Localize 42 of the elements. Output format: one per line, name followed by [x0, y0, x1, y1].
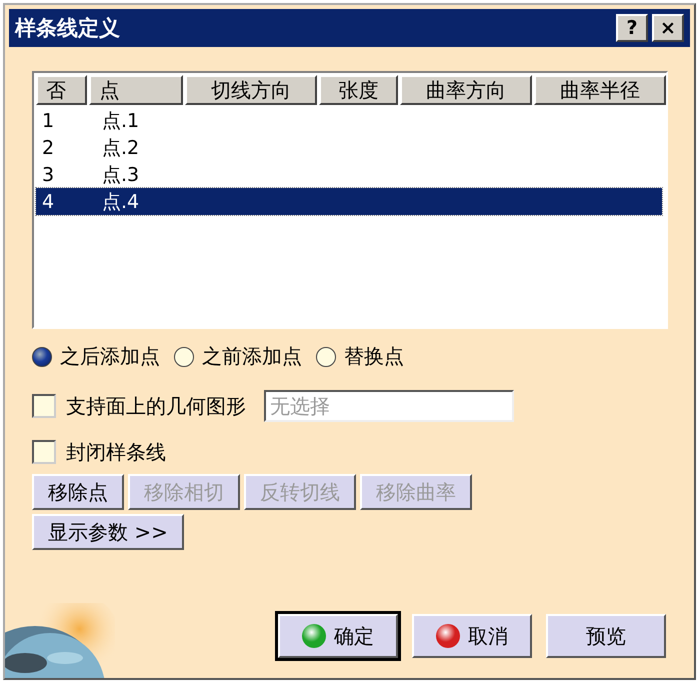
show-parameters-button[interactable]: 显示参数 >> [32, 514, 184, 550]
table-cell-text: 4 [41, 190, 56, 212]
help-button[interactable]: ? [616, 14, 648, 42]
preview-button[interactable]: 预览 [546, 614, 666, 658]
table-cell-text: 1 [41, 110, 56, 132]
checkbox-label: 支持面上的几何图形 [66, 392, 246, 420]
radio-option[interactable]: 之后添加点 [32, 343, 160, 370]
column-header[interactable]: 否 [36, 75, 88, 105]
column-header[interactable]: 曲率方向 [400, 75, 532, 105]
column-header[interactable]: 曲率半径 [534, 75, 666, 105]
ball-icon [302, 624, 326, 648]
action-button[interactable]: 移除点 [32, 474, 124, 510]
table-row[interactable]: 2 点.2 [36, 134, 662, 161]
radio-label: 替换点 [344, 343, 404, 370]
table-cell-text: 点.4 [101, 190, 140, 214]
column-header[interactable]: 张度 [319, 75, 398, 105]
table-row[interactable]: 4 点.4 [36, 188, 662, 215]
table-row[interactable]: 3 点.3 [36, 161, 662, 188]
radio-icon[interactable] [174, 346, 194, 366]
radio-icon[interactable] [32, 346, 52, 366]
window-title: 样条线定义 [15, 15, 120, 42]
ok-button[interactable]: 确定 [278, 614, 398, 658]
column-header[interactable]: 切线方向 [184, 75, 318, 105]
table-row[interactable]: 1 点.1 [36, 107, 662, 134]
checkbox[interactable] [32, 394, 56, 418]
table-cell-text: 点.1 [101, 108, 140, 134]
radio-option[interactable]: 替换点 [316, 343, 404, 370]
checkbox-label: 封闭样条线 [66, 438, 166, 466]
column-header[interactable]: 点 [89, 75, 183, 105]
radio-icon[interactable] [316, 346, 336, 366]
ball-icon [436, 624, 460, 648]
support-field[interactable]: 无选择 [264, 390, 514, 422]
close-button[interactable]: × [652, 14, 684, 42]
checkbox[interactable] [32, 440, 56, 464]
radio-option[interactable]: 之前添加点 [174, 343, 302, 370]
table-cell-text: 3 [41, 164, 56, 186]
cancel-button[interactable]: 取消 [412, 614, 532, 658]
table-cell-text: 点.3 [101, 162, 140, 188]
radio-label: 之后添加点 [60, 343, 160, 370]
table-cell-text: 2 [41, 136, 56, 158]
radio-label: 之前添加点 [202, 343, 302, 370]
table-cell-text: 点.2 [101, 136, 140, 160]
